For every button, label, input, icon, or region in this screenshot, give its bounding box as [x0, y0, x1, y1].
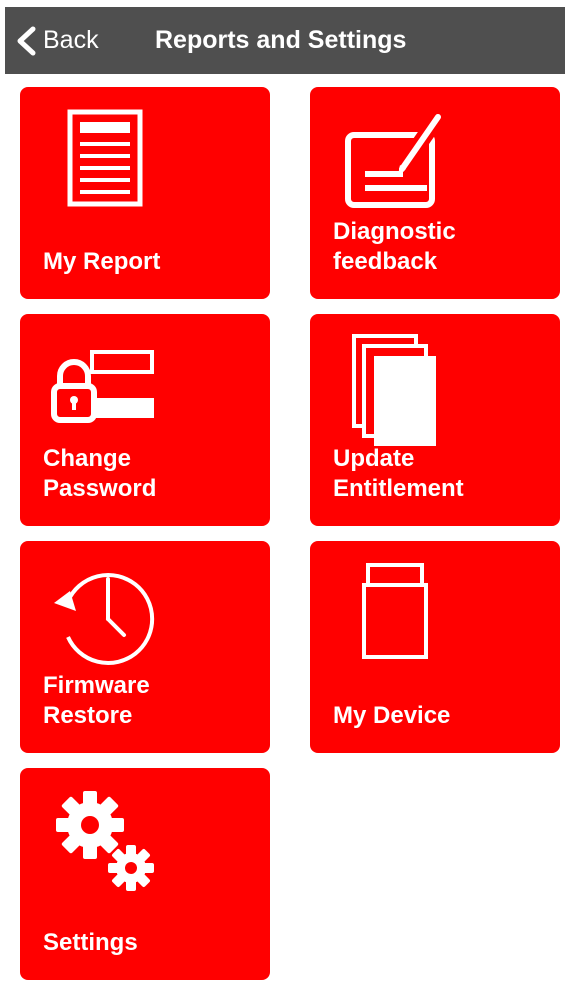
- stacked-pages-icon: [352, 334, 436, 446]
- firmware-restore-tile[interactable]: Firmware Restore: [20, 541, 270, 753]
- update-entitlement-label: Update Entitlement: [333, 445, 464, 502]
- update-entitlement-tile[interactable]: Update Entitlement: [310, 314, 560, 526]
- back-label: Back: [43, 26, 99, 54]
- change-password-label: Change Password: [43, 445, 157, 502]
- settings-label: Settings: [43, 929, 138, 956]
- chevron-left-icon: [17, 26, 36, 55]
- back-button[interactable]: Back: [15, 7, 99, 74]
- gears-icon: [56, 791, 154, 891]
- my-report-label: My Report: [43, 248, 161, 275]
- device-icon: [362, 563, 428, 659]
- page-title: Reports and Settings: [155, 26, 407, 54]
- my-report-tile[interactable]: My Report: [20, 87, 270, 299]
- my-device-label: My Device: [333, 702, 451, 729]
- firmware-restore-label: Firmware Restore: [43, 672, 150, 729]
- edit-feedback-icon: [345, 112, 445, 208]
- change-password-tile[interactable]: Change Password: [20, 314, 270, 526]
- diagnostic-feedback-label: Diagnostic feedback: [333, 218, 456, 275]
- settings-tile[interactable]: Settings: [20, 768, 270, 980]
- lock-password-icon: [51, 350, 154, 423]
- my-device-tile[interactable]: My Device: [310, 541, 560, 753]
- clock-restore-icon: [54, 573, 155, 665]
- top-navigation-bar: Back Reports and Settings: [5, 7, 565, 74]
- diagnostic-feedback-tile[interactable]: Diagnostic feedback: [310, 87, 560, 299]
- report-document-icon: [67, 109, 143, 207]
